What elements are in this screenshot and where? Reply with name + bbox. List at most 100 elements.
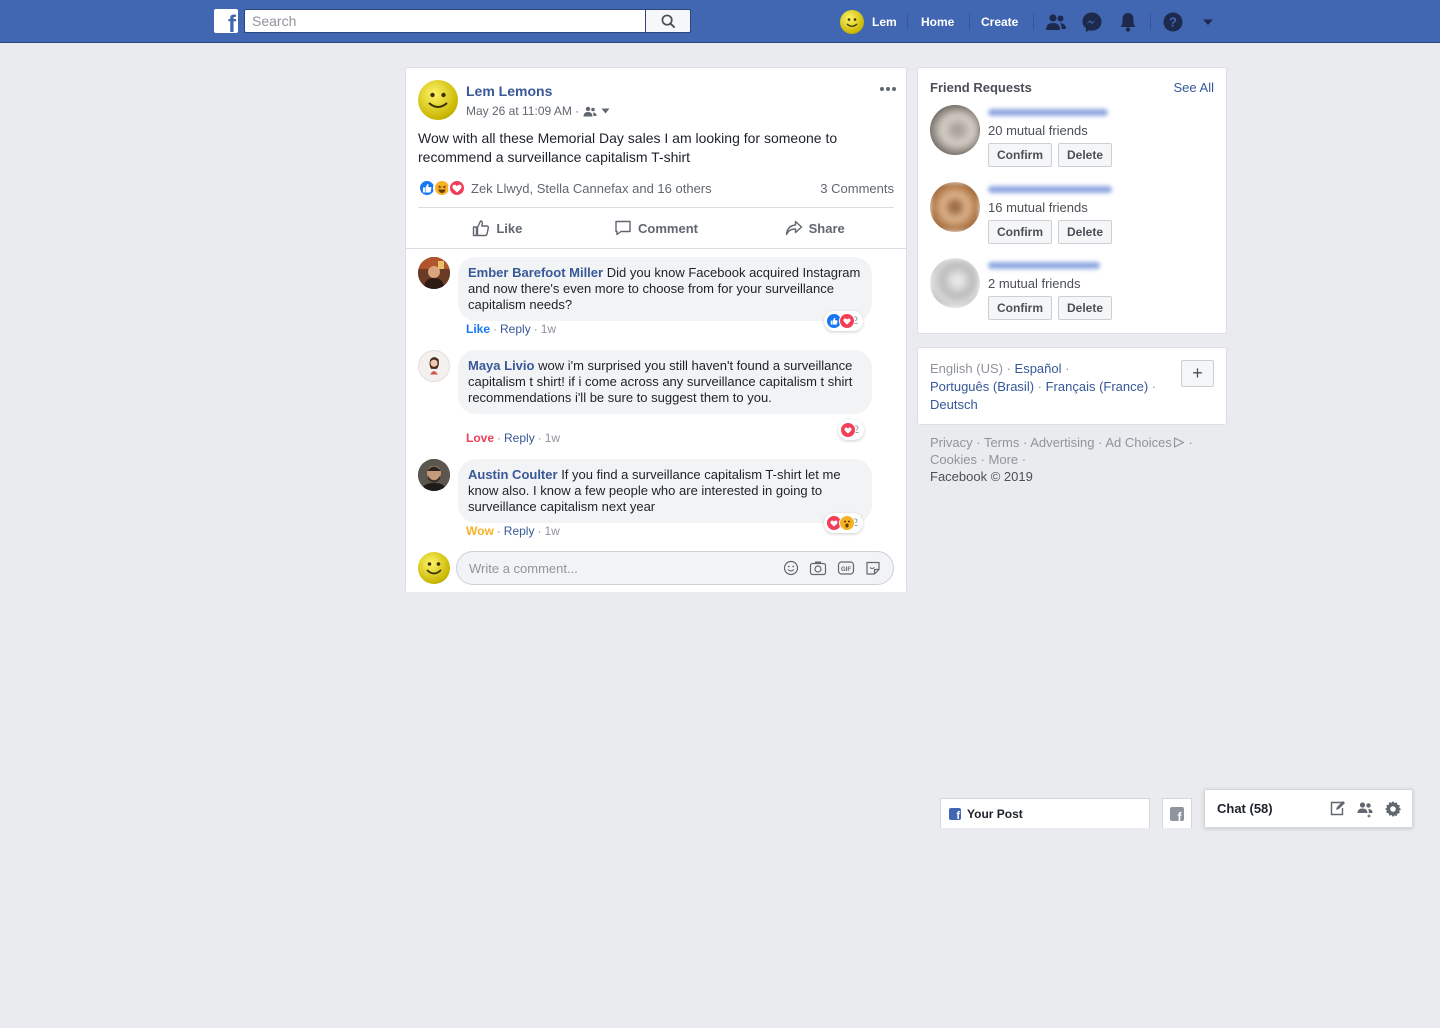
comment-reply-button[interactable]: Reply xyxy=(504,431,535,445)
commenter-name[interactable]: Maya Livio xyxy=(468,358,534,373)
comment-input[interactable]: Write a comment... GIF xyxy=(456,551,894,585)
comment-bubble: Ember Barefoot Miller Did you know Faceb… xyxy=(458,257,872,321)
reactions-summary[interactable]: Zek Llwyd, Stella Cannefax and 16 others… xyxy=(418,178,894,198)
language-link[interactable]: Español xyxy=(1015,361,1062,376)
ad-choices-icon[interactable] xyxy=(1173,437,1185,448)
language-link[interactable]: Português (Brasil) xyxy=(930,379,1034,394)
comment-time[interactable]: 1w xyxy=(545,431,560,445)
nav-user-name: Lem xyxy=(872,14,897,29)
commenter-name[interactable]: Ember Barefoot Miller xyxy=(468,265,603,280)
mutual-friends-count[interactable]: 2 mutual friends xyxy=(988,276,1081,291)
comments-count[interactable]: 3 Comments xyxy=(820,181,894,196)
comment-reactions[interactable]: 2 xyxy=(824,513,864,533)
commenter-name[interactable]: Austin Coulter xyxy=(468,467,558,482)
post-author-name[interactable]: Lem Lemons xyxy=(466,83,552,99)
help-nav-button[interactable]: ? xyxy=(1162,0,1184,43)
post-card: Lem Lemons May 26 at 11:09 AM · Wow with… xyxy=(405,67,907,592)
confirm-button[interactable]: Confirm xyxy=(988,143,1052,167)
post-timestamp[interactable]: May 26 at 11:09 AM · xyxy=(466,104,579,118)
post-meta: May 26 at 11:09 AM · xyxy=(466,104,610,118)
like-button[interactable]: Like xyxy=(418,208,577,248)
blurred-name[interactable] xyxy=(988,109,1108,116)
facebook-logo-icon[interactable]: f xyxy=(214,9,238,33)
sticker-icon[interactable] xyxy=(865,560,881,576)
commenter-avatar[interactable] xyxy=(418,459,450,491)
friend-request-avatar[interactable] xyxy=(930,182,980,232)
copyright: Facebook © 2019 xyxy=(930,469,1033,484)
friend-request-item: 16 mutual friends Confirm Delete xyxy=(930,182,1220,244)
facebook-icon: f xyxy=(949,807,961,820)
mutual-friends-count[interactable]: 20 mutual friends xyxy=(988,123,1088,138)
share-button[interactable]: Share xyxy=(735,208,894,248)
advertising-link[interactable]: Advertising xyxy=(1030,435,1094,450)
confirm-button[interactable]: Confirm xyxy=(988,220,1052,244)
reaction-names[interactable]: Zek Llwyd, Stella Cannefax and 16 others xyxy=(471,181,712,196)
divider xyxy=(969,13,970,30)
language-link[interactable]: Deutsch xyxy=(930,397,978,412)
notifications-nav-button[interactable] xyxy=(1118,0,1138,43)
nav-create[interactable]: Create xyxy=(981,15,1018,29)
friends-icon xyxy=(1046,13,1066,30)
comment-time[interactable]: 1w xyxy=(544,524,559,538)
camera-icon[interactable] xyxy=(809,560,827,576)
messenger-nav-button[interactable] xyxy=(1081,0,1103,43)
post-options-icon[interactable] xyxy=(878,82,898,96)
chat-bar[interactable]: Chat (58) xyxy=(1204,789,1413,828)
chevron-down-icon[interactable] xyxy=(601,108,610,114)
nav-profile[interactable]: Lem xyxy=(840,0,897,43)
blurred-name[interactable] xyxy=(988,262,1100,269)
privacy-link[interactable]: Privacy xyxy=(930,435,973,450)
friend-request-avatar[interactable] xyxy=(930,258,980,308)
friend-request-avatar[interactable] xyxy=(930,105,980,155)
top-bar: f Lem Home Create ? xyxy=(0,0,1440,43)
gear-icon[interactable] xyxy=(1384,800,1402,818)
current-language: English (US) xyxy=(930,361,1003,376)
your-post-label: Your Post xyxy=(967,806,1023,821)
delete-button[interactable]: Delete xyxy=(1058,220,1113,244)
comment-actions: Wow · Reply · 1w xyxy=(466,524,560,538)
terms-link[interactable]: Terms xyxy=(984,435,1019,450)
friends-nav-button[interactable] xyxy=(1045,0,1067,43)
commenter-avatar[interactable] xyxy=(418,350,450,382)
chat-title: Chat (58) xyxy=(1217,801,1273,816)
commenter-avatar[interactable] xyxy=(418,257,450,289)
comment-time[interactable]: 1w xyxy=(541,322,556,336)
facebook-tab-button[interactable]: f xyxy=(1162,798,1192,828)
language-link[interactable]: Français (France) xyxy=(1046,379,1149,394)
friend-requests-panel: Friend Requests See All 20 mutual friend… xyxy=(917,67,1227,334)
add-language-button[interactable]: + xyxy=(1181,360,1214,387)
post-author-avatar[interactable] xyxy=(418,80,458,120)
emoji-icon[interactable] xyxy=(783,560,799,576)
divider xyxy=(1150,13,1151,30)
account-menu-button[interactable] xyxy=(1202,0,1214,43)
comment-reply-button[interactable]: Reply xyxy=(500,322,531,336)
more-link[interactable]: More xyxy=(989,452,1019,467)
delete-button[interactable]: Delete xyxy=(1058,143,1113,167)
nav-home[interactable]: Home xyxy=(921,15,954,29)
friends-audience-icon[interactable] xyxy=(583,106,597,117)
comment-button[interactable]: Comment xyxy=(577,208,736,248)
comment-input-placeholder: Write a comment... xyxy=(469,560,578,576)
delete-button[interactable]: Delete xyxy=(1058,296,1113,320)
messenger-icon xyxy=(1082,12,1102,32)
compose-icon[interactable] xyxy=(1328,800,1346,818)
search-button[interactable] xyxy=(645,9,691,33)
comment-like-button[interactable]: Like xyxy=(466,322,490,336)
search-input[interactable] xyxy=(245,10,645,32)
comment-reply-button[interactable]: Reply xyxy=(504,524,535,538)
mutual-friends-count[interactable]: 16 mutual friends xyxy=(988,200,1088,215)
ad-choices-link[interactable]: Ad Choices xyxy=(1105,435,1171,450)
share-icon xyxy=(785,220,802,236)
blurred-name[interactable] xyxy=(988,186,1112,193)
comment-wow-button[interactable]: Wow xyxy=(466,524,494,538)
comment-reactions[interactable]: 2 xyxy=(838,420,865,440)
confirm-button[interactable]: Confirm xyxy=(988,296,1052,320)
gif-icon[interactable]: GIF xyxy=(837,560,855,576)
create-group-icon[interactable] xyxy=(1356,800,1374,818)
see-all-link[interactable]: See All xyxy=(1174,80,1214,95)
comment-reactions[interactable]: 2 xyxy=(824,311,864,331)
cookies-link[interactable]: Cookies xyxy=(930,452,977,467)
comment: Ember Barefoot Miller Did you know Faceb… xyxy=(418,257,898,341)
your-post-tab[interactable]: f Your Post xyxy=(940,798,1150,828)
comment-love-button[interactable]: Love xyxy=(466,431,494,445)
